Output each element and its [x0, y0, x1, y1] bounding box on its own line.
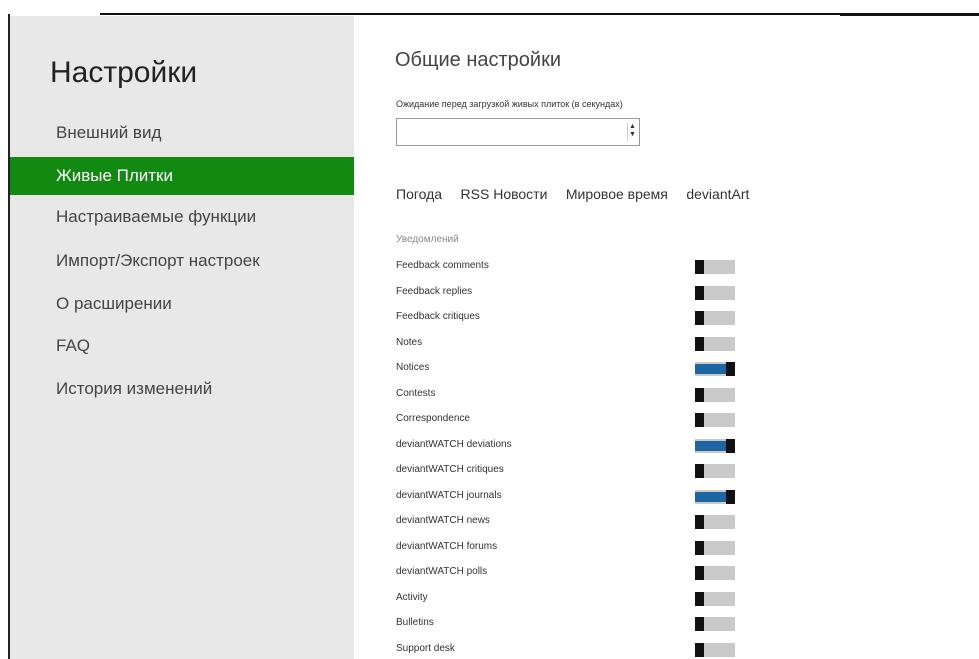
notification-toggle[interactable] [695, 387, 735, 402]
notification-row: deviantWATCH polls [396, 560, 776, 586]
sidebar-item-custom-functions[interactable]: Настраиваемые функции [10, 198, 354, 236]
toggle-knob [695, 387, 704, 402]
notification-toggle[interactable] [695, 464, 735, 478]
notification-row: deviantWATCH news [396, 509, 776, 535]
sidebar-item-appearance[interactable]: Внешний вид [10, 114, 354, 152]
notification-toggle[interactable] [695, 515, 735, 529]
notification-toggle[interactable] [695, 285, 735, 300]
toggle-knob [695, 566, 704, 580]
tab-world-time[interactable]: Мировое время [566, 186, 668, 202]
notification-row: Notices [396, 356, 776, 382]
sidebar-item-changelog[interactable]: История изменений [10, 370, 354, 408]
tab-weather[interactable]: Погода [396, 186, 442, 202]
notification-row: Activity [396, 586, 776, 612]
settings-main-panel: Общие настройки Ожидание перед загрузкой… [354, 16, 979, 659]
toggle-knob [695, 642, 704, 657]
notifications-header: Уведомлений [396, 234, 459, 245]
notification-label: deviantWATCH news [396, 515, 490, 526]
notification-label: Correspondence [396, 413, 470, 424]
notification-row: Feedback comments [396, 254, 776, 280]
toggle-fill [695, 491, 729, 502]
toggle-knob [695, 260, 704, 274]
notification-row: deviantWATCH critiques [396, 458, 776, 484]
notification-toggle[interactable] [695, 362, 735, 376]
delay-label: Ожидание перед загрузкой живых плиток (в… [396, 99, 623, 109]
tile-tabs: Погода RSS Новости Мировое время deviant… [396, 186, 763, 210]
notification-row: Feedback replies [396, 280, 776, 306]
notification-toggle[interactable] [695, 413, 735, 427]
notification-label: Activity [396, 591, 428, 603]
notification-row: deviantWATCH forums [396, 535, 776, 561]
toggle-knob [695, 515, 704, 529]
toggle-fill [695, 440, 729, 451]
toggle-knob [695, 285, 704, 300]
sidebar-item-import-export[interactable]: Импорт/Экспорт настроек [10, 242, 354, 280]
notification-label: Notes [396, 336, 423, 348]
notification-row: deviantWATCH deviations [396, 433, 776, 459]
notification-row: Feedback critiques [396, 305, 776, 331]
toggle-knob [695, 617, 704, 631]
notification-label: deviantWATCH critiques [396, 464, 504, 475]
notification-label: Support desk [396, 642, 455, 654]
page-title: Общие настройки [395, 49, 561, 71]
notification-label: deviantWATCH forums [396, 540, 498, 552]
notification-row: Correspondence [396, 407, 776, 433]
toggle-knob [695, 591, 704, 606]
toggle-knob [695, 413, 704, 427]
notification-toggle[interactable] [695, 489, 735, 504]
delay-input[interactable] [397, 119, 623, 145]
notification-toggle[interactable] [695, 336, 735, 351]
notification-label: deviantWATCH polls [396, 566, 488, 577]
sidebar-title: Настройки [50, 56, 198, 89]
toggle-knob [695, 336, 704, 351]
notification-toggle[interactable] [695, 566, 735, 580]
notification-row: deviantWATCH journals [396, 484, 776, 510]
settings-window: Настройки Внешний вид Живые Плитки Настр… [0, 0, 979, 659]
toggle-knob [726, 362, 735, 376]
toggle-knob [695, 311, 704, 325]
notification-toggle[interactable] [695, 260, 735, 274]
spinner-arrows-icon[interactable]: ▲ ▼ [627, 123, 637, 141]
notification-toggle[interactable] [695, 540, 735, 555]
notification-toggle[interactable] [695, 311, 735, 325]
notification-row: Bulletins [396, 611, 776, 637]
notification-label: Notices [396, 362, 430, 373]
notification-label: Bulletins [396, 617, 434, 628]
notification-label: Contests [396, 387, 436, 399]
notification-row: Notes [396, 331, 776, 357]
notification-toggle[interactable] [695, 617, 735, 631]
notification-label: Feedback critiques [396, 311, 480, 322]
sidebar-item-live-tiles[interactable]: Живые Плитки [10, 157, 354, 195]
window-top-border [100, 13, 840, 15]
notification-label: Feedback replies [396, 285, 473, 297]
settings-sidebar: Настройки Внешний вид Живые Плитки Настр… [10, 16, 354, 659]
toggle-knob [695, 464, 704, 478]
delay-field: ▲ ▼ [396, 118, 640, 146]
notification-toggle[interactable] [695, 438, 735, 453]
toggle-knob [695, 540, 704, 555]
tab-rss-news[interactable]: RSS Новости [461, 186, 548, 202]
notification-label: deviantWATCH deviations [396, 438, 512, 450]
notification-toggle[interactable] [695, 642, 735, 657]
tab-deviantart[interactable]: deviantArt [686, 186, 749, 202]
sidebar-item-faq[interactable]: FAQ [10, 327, 354, 365]
sidebar-item-about[interactable]: О расширении [10, 285, 354, 323]
notification-label: deviantWATCH journals [396, 489, 502, 501]
notification-row: Support desk [396, 637, 776, 659]
notification-label: Feedback comments [396, 260, 489, 271]
toggle-knob [726, 438, 735, 453]
notifications-list: Feedback comments Feedback replies Feedbac… [396, 254, 776, 659]
notification-toggle[interactable] [695, 591, 735, 606]
toggle-fill [695, 364, 729, 374]
notification-row: Contests [396, 382, 776, 408]
toggle-knob [726, 489, 735, 504]
